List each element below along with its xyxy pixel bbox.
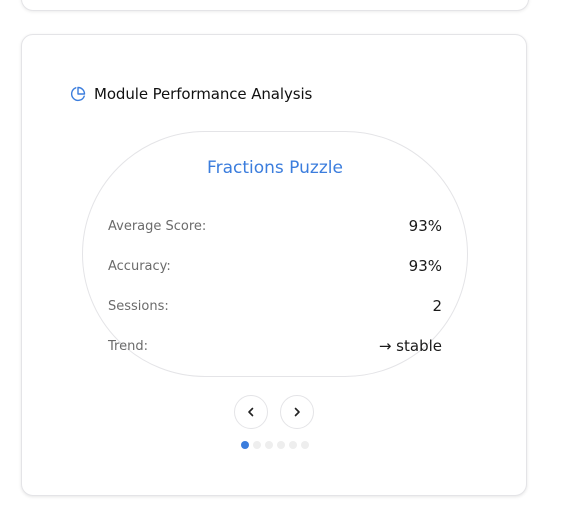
- carousel-dot-6[interactable]: [301, 441, 309, 449]
- carousel-dot-2[interactable]: [253, 441, 261, 449]
- previous-card: [21, 0, 529, 11]
- stat-row-average-score: Average Score: 93%: [108, 206, 442, 246]
- stat-label: Sessions:: [108, 298, 169, 314]
- stat-row-accuracy: Accuracy: 93%: [108, 246, 442, 286]
- card-header: Module Performance Analysis: [70, 85, 312, 103]
- chevron-left-icon: [248, 407, 254, 417]
- previous-slide-button[interactable]: [234, 395, 268, 429]
- next-slide-button[interactable]: [280, 395, 314, 429]
- section-title: Module Performance Analysis: [94, 85, 313, 103]
- stat-rows: Average Score: 93% Accuracy: 93% Session…: [108, 206, 442, 366]
- carousel-dots: [241, 441, 309, 449]
- carousel-dot-3[interactable]: [265, 441, 273, 449]
- module-name: Fractions Puzzle: [207, 158, 343, 178]
- carousel-dot-1[interactable]: [241, 441, 249, 449]
- pie-chart-icon: [70, 86, 86, 102]
- page: Module Performance Analysis Fractions Pu…: [0, 0, 572, 509]
- chevron-right-icon: [294, 407, 300, 417]
- module-performance-card: Module Performance Analysis Fractions Pu…: [21, 34, 527, 496]
- stat-row-trend: Trend: → stable: [108, 326, 442, 366]
- stat-value: 2: [432, 297, 442, 315]
- stat-value: → stable: [378, 337, 442, 355]
- stat-row-sessions: Sessions: 2: [108, 286, 442, 326]
- stat-label: Trend:: [108, 338, 148, 354]
- carousel-dot-5[interactable]: [289, 441, 297, 449]
- module-stat-card: Fractions Puzzle Average Score: 93% Accu…: [82, 131, 468, 377]
- stat-value: 93%: [408, 257, 442, 275]
- stat-value: 93%: [408, 217, 442, 235]
- stat-label: Average Score:: [108, 218, 207, 234]
- carousel-dot-4[interactable]: [277, 441, 285, 449]
- carousel-nav: [234, 395, 314, 429]
- stat-label: Accuracy:: [108, 258, 171, 274]
